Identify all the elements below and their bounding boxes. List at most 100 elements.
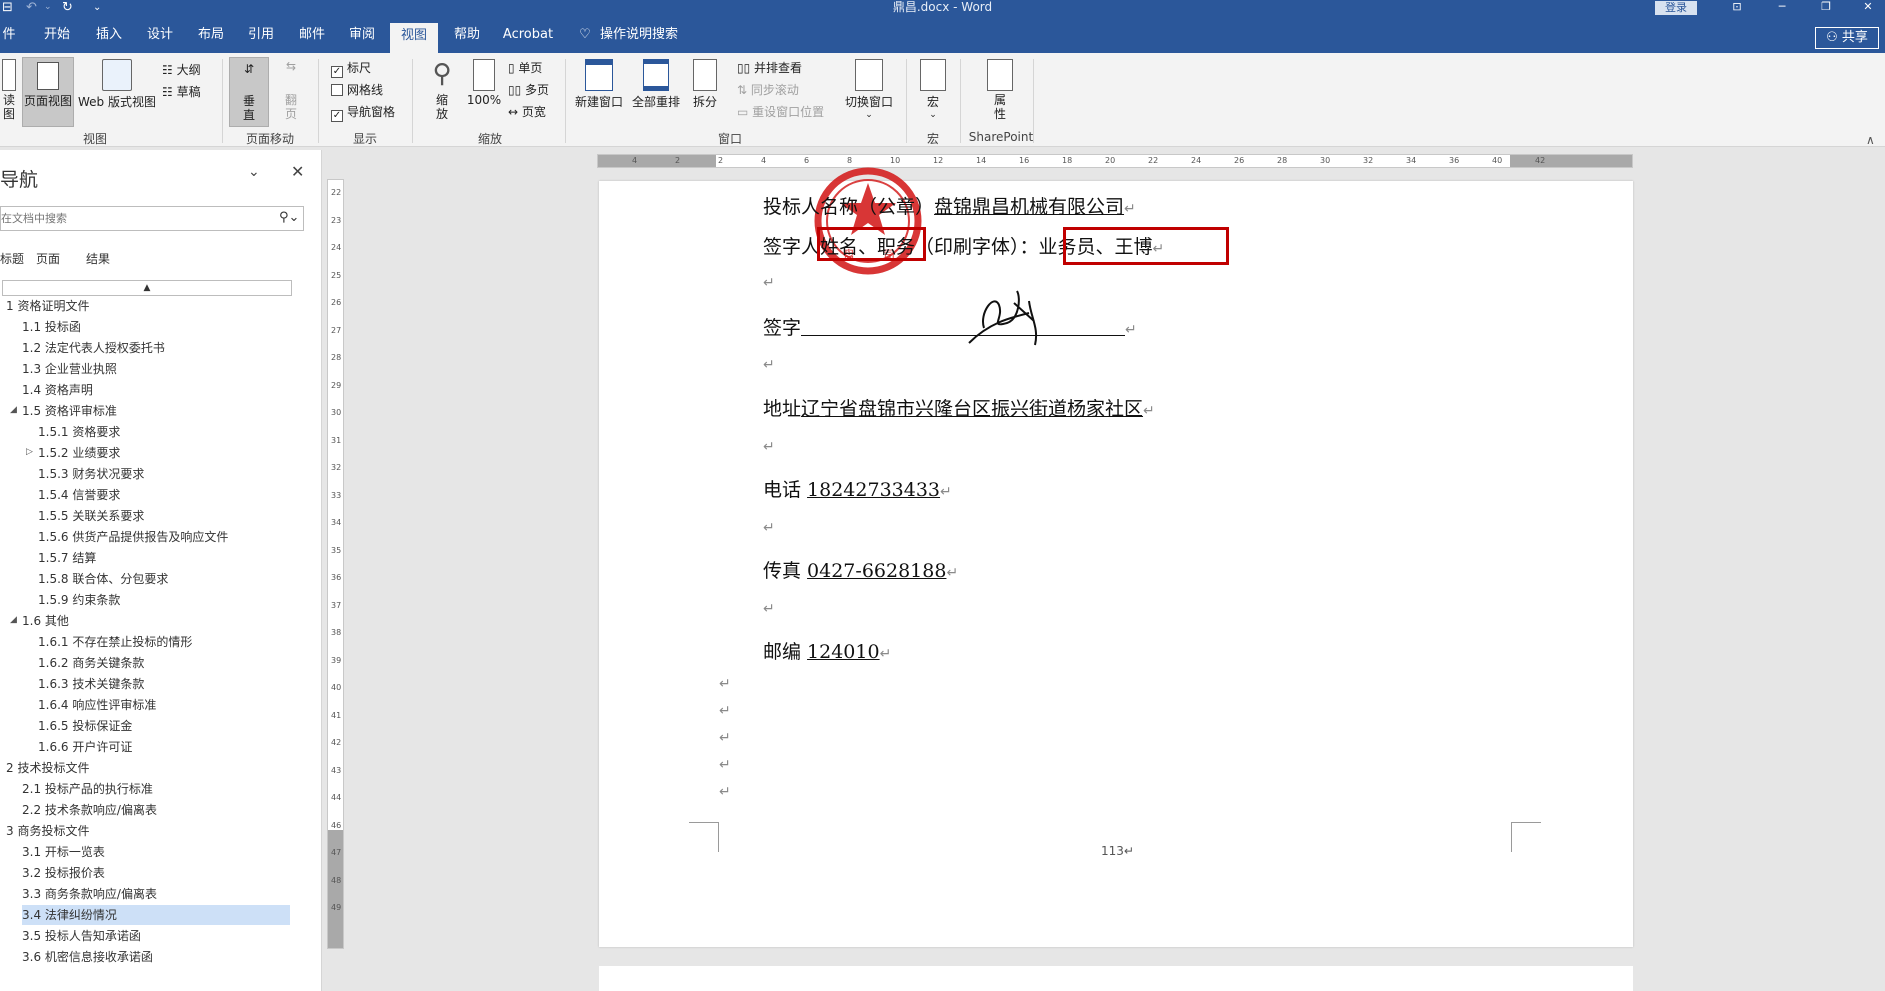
new-window-button[interactable]: 新建窗口 <box>571 59 627 110</box>
split-button[interactable]: 拆分 <box>685 59 725 110</box>
nav-heading-item[interactable]: 3.6 机密信息接收承诺函 <box>22 947 153 967</box>
tab-references[interactable]: 引用 <box>240 17 282 53</box>
gridlines-checkbox[interactable]: 网格线 <box>331 81 383 99</box>
tab-layout[interactable]: 布局 <box>190 17 232 53</box>
restore-icon[interactable]: ❐ <box>1806 0 1846 17</box>
nav-heading-item[interactable]: 3 商务投标文件 <box>6 821 89 841</box>
tab-insert[interactable]: 插入 <box>88 17 130 53</box>
ribbon-display-options-icon[interactable]: ⊡ <box>1717 0 1757 17</box>
nav-heading-item[interactable]: 2 技术投标文件 <box>6 758 89 778</box>
share-button[interactable]: ⚇ 共享 <box>1815 27 1879 49</box>
web-layout-button[interactable]: Web 版式视图 <box>76 59 158 110</box>
tab-help[interactable]: 帮助 <box>446 17 488 53</box>
outline-button[interactable]: ☷ 大纲 <box>162 61 201 79</box>
nav-heading-item[interactable]: 1.5 资格评审标准 <box>22 401 117 421</box>
nav-pane-checkbox[interactable]: ✓ 导航窗格 <box>331 103 395 122</box>
login-button[interactable]: 登录 <box>1655 1 1697 15</box>
nav-heading-item[interactable]: 1.5.7 结算 <box>38 548 96 568</box>
document-page[interactable]: 盘 司 投标人名称（公章）盘锦鼎昌机械有限公司↵ 签字人姓名、职务（印刷字体）：… <box>599 167 1633 947</box>
nav-heading-item[interactable]: 1.6.1 不存在禁止投标的情形 <box>38 632 192 652</box>
tell-me-search[interactable]: 操作说明搜索 <box>600 17 710 53</box>
draft-button[interactable]: ☷ 草稿 <box>162 83 201 101</box>
page-width-button[interactable]: ↔ 页宽 <box>508 103 546 121</box>
collapse-triangle-icon[interactable]: ◢ <box>10 405 17 415</box>
properties-button[interactable]: 属 性 <box>978 59 1022 121</box>
minimize-icon[interactable]: ─ <box>1762 0 1802 17</box>
multiple-pages-button[interactable]: ▯▯ 多页 <box>508 81 549 99</box>
nav-heading-item[interactable]: 1.1 投标函 <box>22 317 81 337</box>
nav-heading-item[interactable]: 1.5.9 约束条款 <box>38 590 120 610</box>
horizontal-ruler[interactable]: 4 2 2 4 6 8 10 12 14 16 18 20 22 24 26 28 30 32 34 36 40 42 <box>597 154 1633 168</box>
nav-heading-item[interactable]: 1.5.8 联合体、分包要求 <box>38 569 168 589</box>
ruler-tick-label: 23 <box>331 215 342 225</box>
nav-heading-item[interactable]: 1.6.2 商务关键条款 <box>38 653 144 673</box>
ruler-tick-label: 14 <box>976 156 987 165</box>
separator <box>412 59 413 143</box>
ruler-check-icon: ✓ <box>331 66 343 78</box>
vertical-page-move-button[interactable]: ⇵ 垂 直 <box>229 57 269 127</box>
zoom-button[interactable]: ⚲ 缩 放 <box>422 59 462 121</box>
nav-search-input[interactable] <box>1 209 271 228</box>
close-icon[interactable]: ✕ <box>1848 0 1885 17</box>
nav-heading-item[interactable]: 1.5.1 资格要求 <box>38 422 120 442</box>
tab-view[interactable]: 视图 <box>390 23 438 53</box>
nav-heading-item[interactable]: 3.3 商务条款响应/偏离表 <box>22 884 157 904</box>
zoom-100-button[interactable]: 100% <box>465 59 503 107</box>
collapse-ribbon-icon[interactable]: ∧ <box>1866 133 1875 147</box>
empty-paragraph: ↵ <box>719 784 731 800</box>
nav-tab-pages[interactable]: 页面 <box>36 250 60 267</box>
fax-line: 传真 0427-6628188↵ <box>763 560 959 582</box>
nav-heading-item[interactable]: 3.5 投标人告知承诺函 <box>22 926 141 946</box>
nav-heading-item[interactable]: 1.4 资格声明 <box>22 380 93 400</box>
close-icon[interactable]: ✕ <box>291 162 304 181</box>
ruler-tick-label: 46 <box>331 820 342 830</box>
tab-home[interactable]: 开始 <box>36 17 78 53</box>
tab-acrobat[interactable]: Acrobat <box>500 17 556 53</box>
nav-heading-item[interactable]: 2.1 投标产品的执行标准 <box>22 779 153 799</box>
nav-heading-item[interactable]: 3.4 法律纠纷情况 <box>22 905 290 925</box>
nav-tab-results[interactable]: 结果 <box>86 250 110 267</box>
nav-heading-item[interactable]: 1.6 其他 <box>22 611 69 631</box>
nav-heading-item[interactable]: 1.5.2 业绩要求 <box>38 443 120 463</box>
next-page[interactable] <box>599 966 1633 991</box>
print-layout-button[interactable]: 页面视图 <box>22 57 74 127</box>
side-to-side-button[interactable]: ⇆ 翻 页 <box>273 59 309 121</box>
macros-button[interactable]: 宏 ⌄ <box>913 59 953 120</box>
collapse-triangle-icon[interactable]: ◢ <box>10 615 17 625</box>
tab-review[interactable]: 审阅 <box>341 17 383 53</box>
nav-tab-headings[interactable]: 标题 <box>0 250 24 267</box>
nav-heading-item[interactable]: 1.6.3 技术关键条款 <box>38 674 144 694</box>
view-side-by-side-button[interactable]: ▯▯ 并排查看 <box>737 59 802 77</box>
nav-heading-item[interactable]: 3.2 投标报价表 <box>22 863 105 883</box>
vertical-ruler[interactable]: 22 23 24 25 26 27 28 29 30 31 32 33 34 35 36 37 38 39 40 41… <box>327 179 344 949</box>
sync-scroll-button[interactable]: ⇅ 同步滚动 <box>737 81 799 99</box>
scroll-up-icon[interactable]: ▲ <box>2 280 292 296</box>
tab-file[interactable]: 件 <box>0 17 18 53</box>
nav-heading-item[interactable]: 1.5.4 信誉要求 <box>38 485 120 505</box>
nav-heading-item[interactable]: 1.5.3 财务状况要求 <box>38 464 144 484</box>
nav-heading-item[interactable]: 2.2 技术条款响应/偏离表 <box>22 800 157 820</box>
nav-heading-item[interactable]: 1 资格证明文件 <box>6 296 89 316</box>
reset-window-button[interactable]: ▭ 重设窗口位置 <box>737 103 824 121</box>
nav-heading-item[interactable]: 1.6.4 响应性评审标准 <box>38 695 156 715</box>
nav-heading-item[interactable]: 3.1 开标一览表 <box>22 842 105 862</box>
nav-heading-item[interactable]: 1.5.6 供货产品提供报告及响应文件 <box>38 527 228 547</box>
chevron-down-icon[interactable]: ⌄ <box>248 164 260 180</box>
nav-heading-item[interactable]: 1.5.5 关联关系要求 <box>38 506 144 526</box>
tab-mailings[interactable]: 邮件 <box>291 17 333 53</box>
arrange-all-button[interactable]: 全部重排 <box>630 59 682 110</box>
ruler-tick-label: 34 <box>331 518 342 527</box>
one-page-button[interactable]: ▯ 单页 <box>508 59 542 77</box>
ruler-tick-label: 27 <box>331 325 342 335</box>
ruler-checkbox[interactable]: ✓ 标尺 <box>331 59 371 78</box>
nav-heading-item[interactable]: 1.6.6 开户许可证 <box>38 737 132 757</box>
nav-heading-item[interactable]: 1.3 企业营业执照 <box>22 359 117 379</box>
nav-heading-item[interactable]: 1.6.5 投标保证金 <box>38 716 132 736</box>
tab-design[interactable]: 设计 <box>139 17 181 53</box>
switch-window-button[interactable]: 切换窗口 ⌄ <box>841 59 897 120</box>
nav-heading-item[interactable]: 1.2 法定代表人授权委托书 <box>22 338 165 358</box>
read-mode-button[interactable]: 读 图 <box>0 59 18 121</box>
expand-triangle-icon[interactable]: ▷ <box>26 447 33 457</box>
ruler-right-margin <box>1510 155 1632 167</box>
search-icon[interactable]: ⚲⌄ <box>279 210 299 225</box>
